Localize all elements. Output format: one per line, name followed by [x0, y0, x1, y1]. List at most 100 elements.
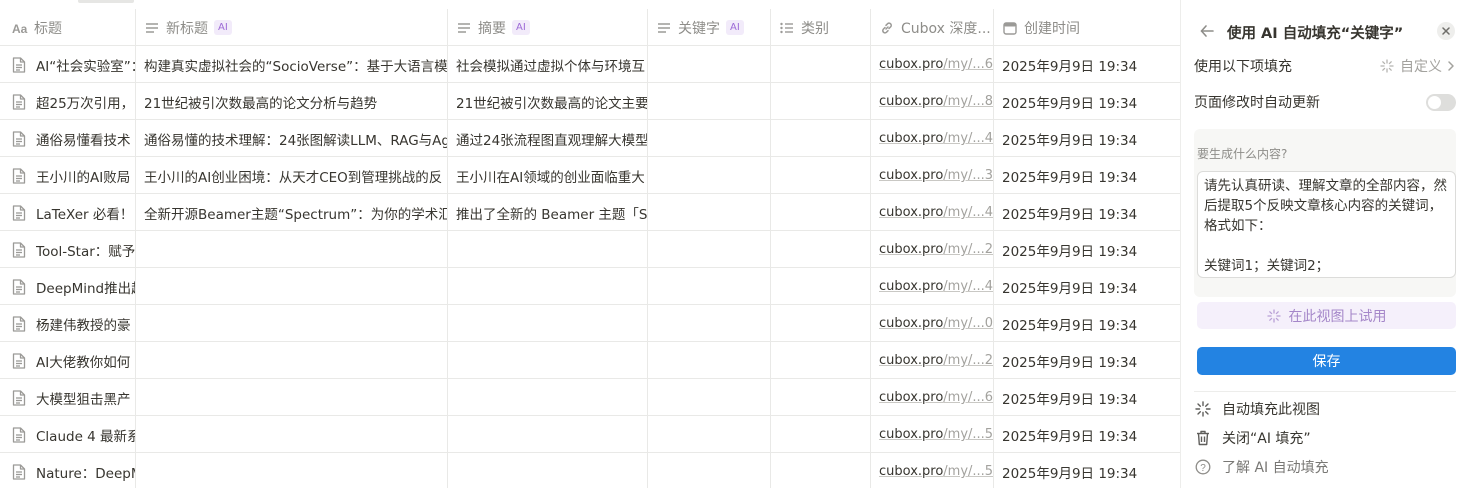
- cell-keywords[interactable]: [647, 194, 770, 231]
- cell-title[interactable]: 通俗易懂看技术: [0, 120, 135, 157]
- cell-category[interactable]: [770, 416, 870, 453]
- cell-keywords[interactable]: [647, 231, 770, 268]
- cell-category[interactable]: [770, 194, 870, 231]
- cell-cubox-link[interactable]: cubox.pro/my/...67: [870, 46, 993, 83]
- table-row[interactable]: AI大佬教你如何 cubox.pro/my/...22 2025年9月9日 19:3…: [0, 342, 1180, 379]
- cell-keywords[interactable]: [647, 416, 770, 453]
- table-row[interactable]: 王小川的AI败局 王小川的AI创业困境：从天才CEO到管理挑战的反 王小川在AI领域…: [0, 157, 1180, 194]
- cell-created[interactable]: 2025年9月9日 19:34: [993, 157, 1180, 194]
- cell-title[interactable]: 超25万次引用，: [0, 83, 135, 120]
- cell-keywords[interactable]: [647, 453, 770, 488]
- learn-ai-fill-menu-item[interactable]: ? 了解 AI 自动填充: [1194, 456, 1456, 478]
- cell-created[interactable]: 2025年9月9日 19:34: [993, 416, 1180, 453]
- cell-category[interactable]: [770, 379, 870, 416]
- cubox-link[interactable]: cubox.pro/my/...57: [879, 427, 993, 442]
- cell-summary[interactable]: 21世纪被引次数最高的论文主要: [447, 83, 647, 120]
- cell-keywords[interactable]: [647, 46, 770, 83]
- cell-created[interactable]: 2025年9月9日 19:34: [993, 46, 1180, 83]
- cell-summary[interactable]: 社会模拟通过虚拟个体与环境互: [447, 46, 647, 83]
- cell-new-title[interactable]: 通俗易懂的技术理解：24张图解读LLM、RAG与Ag: [135, 120, 447, 157]
- table-row[interactable]: DeepMind推出超 cubox.pro/my/...45 2025年9月9日 1…: [0, 268, 1180, 305]
- cell-created[interactable]: 2025年9月9日 19:34: [993, 120, 1180, 157]
- cell-cubox-link[interactable]: cubox.pro/my/...45: [870, 268, 993, 305]
- cell-category[interactable]: [770, 305, 870, 342]
- cell-keywords[interactable]: [647, 83, 770, 120]
- table-row[interactable]: LaTeXer 必看！ 全新开源Beamer主题“Spectrum”：为你的学术汇…: [0, 194, 1180, 231]
- column-header-cubox[interactable]: Cubox 深度...: [870, 9, 993, 46]
- cell-created[interactable]: 2025年9月9日 19:34: [993, 83, 1180, 120]
- prompt-textarea[interactable]: 请先认真研读、理解文章的全部内容，然后提取5个反映文章核心内容的关键词，格式如下…: [1197, 171, 1456, 278]
- fill-source-row[interactable]: 使用以下项填充 自定义: [1194, 54, 1456, 78]
- cell-cubox-link[interactable]: cubox.pro/my/...36: [870, 157, 993, 194]
- cell-title[interactable]: 王小川的AI败局: [0, 157, 135, 194]
- try-on-view-button[interactable]: 在此视图上试用: [1197, 302, 1456, 329]
- cell-summary[interactable]: [447, 416, 647, 453]
- cell-created[interactable]: 2025年9月9日 19:34: [993, 379, 1180, 416]
- auto-update-toggle[interactable]: [1426, 93, 1456, 111]
- cell-summary[interactable]: [447, 305, 647, 342]
- cubox-link[interactable]: cubox.pro/my/...04: [879, 316, 993, 331]
- cell-cubox-link[interactable]: cubox.pro/my/...42: [870, 194, 993, 231]
- cell-category[interactable]: [770, 231, 870, 268]
- disable-ai-fill-menu-item[interactable]: 关闭“AI 填充”: [1194, 427, 1456, 449]
- cell-cubox-link[interactable]: cubox.pro/my/...04: [870, 305, 993, 342]
- cell-cubox-link[interactable]: cubox.pro/my/...45: [870, 120, 993, 157]
- cell-title[interactable]: Claude 4 最新系: [0, 416, 135, 453]
- cell-new-title[interactable]: [135, 268, 447, 305]
- cell-cubox-link[interactable]: cubox.pro/my/...80: [870, 83, 993, 120]
- cubox-link[interactable]: cubox.pro/my/...45: [879, 279, 993, 294]
- cubox-link[interactable]: cubox.pro/my/...22: [879, 242, 993, 257]
- cubox-link[interactable]: cubox.pro/my/...53: [879, 464, 993, 479]
- cubox-link[interactable]: cubox.pro/my/...42: [879, 205, 993, 220]
- cubox-link[interactable]: cubox.pro/my/...36: [879, 168, 993, 183]
- cell-cubox-link[interactable]: cubox.pro/my/...68: [870, 379, 993, 416]
- cell-cubox-link[interactable]: cubox.pro/my/...22: [870, 342, 993, 379]
- cell-cubox-link[interactable]: cubox.pro/my/...57: [870, 416, 993, 453]
- column-header-title[interactable]: Aa 标题: [0, 9, 135, 46]
- column-header-category[interactable]: 类别: [770, 9, 870, 46]
- cell-title[interactable]: 大模型狙击黑产: [0, 379, 135, 416]
- cell-new-title[interactable]: 21世纪被引次数最高的论文分析与趋势: [135, 83, 447, 120]
- close-button[interactable]: [1437, 22, 1455, 40]
- cell-category[interactable]: [770, 157, 870, 194]
- cell-new-title[interactable]: [135, 231, 447, 268]
- table-row[interactable]: 通俗易懂看技术 通俗易懂的技术理解：24张图解读LLM、RAG与Ag 通过24张流程…: [0, 120, 1180, 157]
- cell-created[interactable]: 2025年9月9日 19:34: [993, 194, 1180, 231]
- cell-created[interactable]: 2025年9月9日 19:34: [993, 305, 1180, 342]
- cell-summary[interactable]: 通过24张流程图直观理解大模型: [447, 120, 647, 157]
- cell-category[interactable]: [770, 453, 870, 488]
- cubox-link[interactable]: cubox.pro/my/...22: [879, 353, 993, 368]
- cell-category[interactable]: [770, 120, 870, 157]
- cell-created[interactable]: 2025年9月9日 19:34: [993, 268, 1180, 305]
- cell-keywords[interactable]: [647, 379, 770, 416]
- cell-keywords[interactable]: [647, 305, 770, 342]
- cell-new-title[interactable]: [135, 342, 447, 379]
- table-row[interactable]: Nature：DeepM cubox.pro/my/...53 2025年9月9日 …: [0, 453, 1180, 488]
- save-button[interactable]: 保存: [1197, 347, 1456, 375]
- cell-keywords[interactable]: [647, 120, 770, 157]
- cell-summary[interactable]: [447, 268, 647, 305]
- table-row[interactable]: Claude 4 最新系 cubox.pro/my/...57 2025年9月9日 …: [0, 416, 1180, 453]
- cubox-link[interactable]: cubox.pro/my/...45: [879, 131, 993, 146]
- cubox-link[interactable]: cubox.pro/my/...80: [879, 94, 993, 109]
- table-row[interactable]: AI“社会实验室”： 构建真实虚拟社会的“SocioVerse”：基于大语言模型社…: [0, 46, 1180, 83]
- cell-created[interactable]: 2025年9月9日 19:34: [993, 231, 1180, 268]
- cell-cubox-link[interactable]: cubox.pro/my/...22: [870, 231, 993, 268]
- back-arrow-icon[interactable]: [1199, 23, 1215, 39]
- cell-category[interactable]: [770, 46, 870, 83]
- table-row[interactable]: 杨建伟教授的豪 cubox.pro/my/...04 2025年9月9日 19:34: [0, 305, 1180, 342]
- cell-new-title[interactable]: 构建真实虚拟社会的“SocioVerse”：基于大语言模型: [135, 46, 447, 83]
- cell-created[interactable]: 2025年9月9日 19:34: [993, 453, 1180, 488]
- cell-category[interactable]: [770, 83, 870, 120]
- cell-summary[interactable]: 王小川在AI领域的创业面临重大: [447, 157, 647, 194]
- cell-category[interactable]: [770, 342, 870, 379]
- cell-title[interactable]: 杨建伟教授的豪: [0, 305, 135, 342]
- cubox-link[interactable]: cubox.pro/my/...67: [879, 57, 993, 72]
- cell-title[interactable]: DeepMind推出超: [0, 268, 135, 305]
- cell-summary[interactable]: 推出了全新的 Beamer 主题「Sp: [447, 194, 647, 231]
- cell-summary[interactable]: [447, 379, 647, 416]
- cell-title[interactable]: Tool-Star：赋予: [0, 231, 135, 268]
- autofill-view-menu-item[interactable]: 自动填充此视图: [1194, 398, 1456, 420]
- cell-title[interactable]: Nature：DeepM: [0, 453, 135, 488]
- cell-keywords[interactable]: [647, 342, 770, 379]
